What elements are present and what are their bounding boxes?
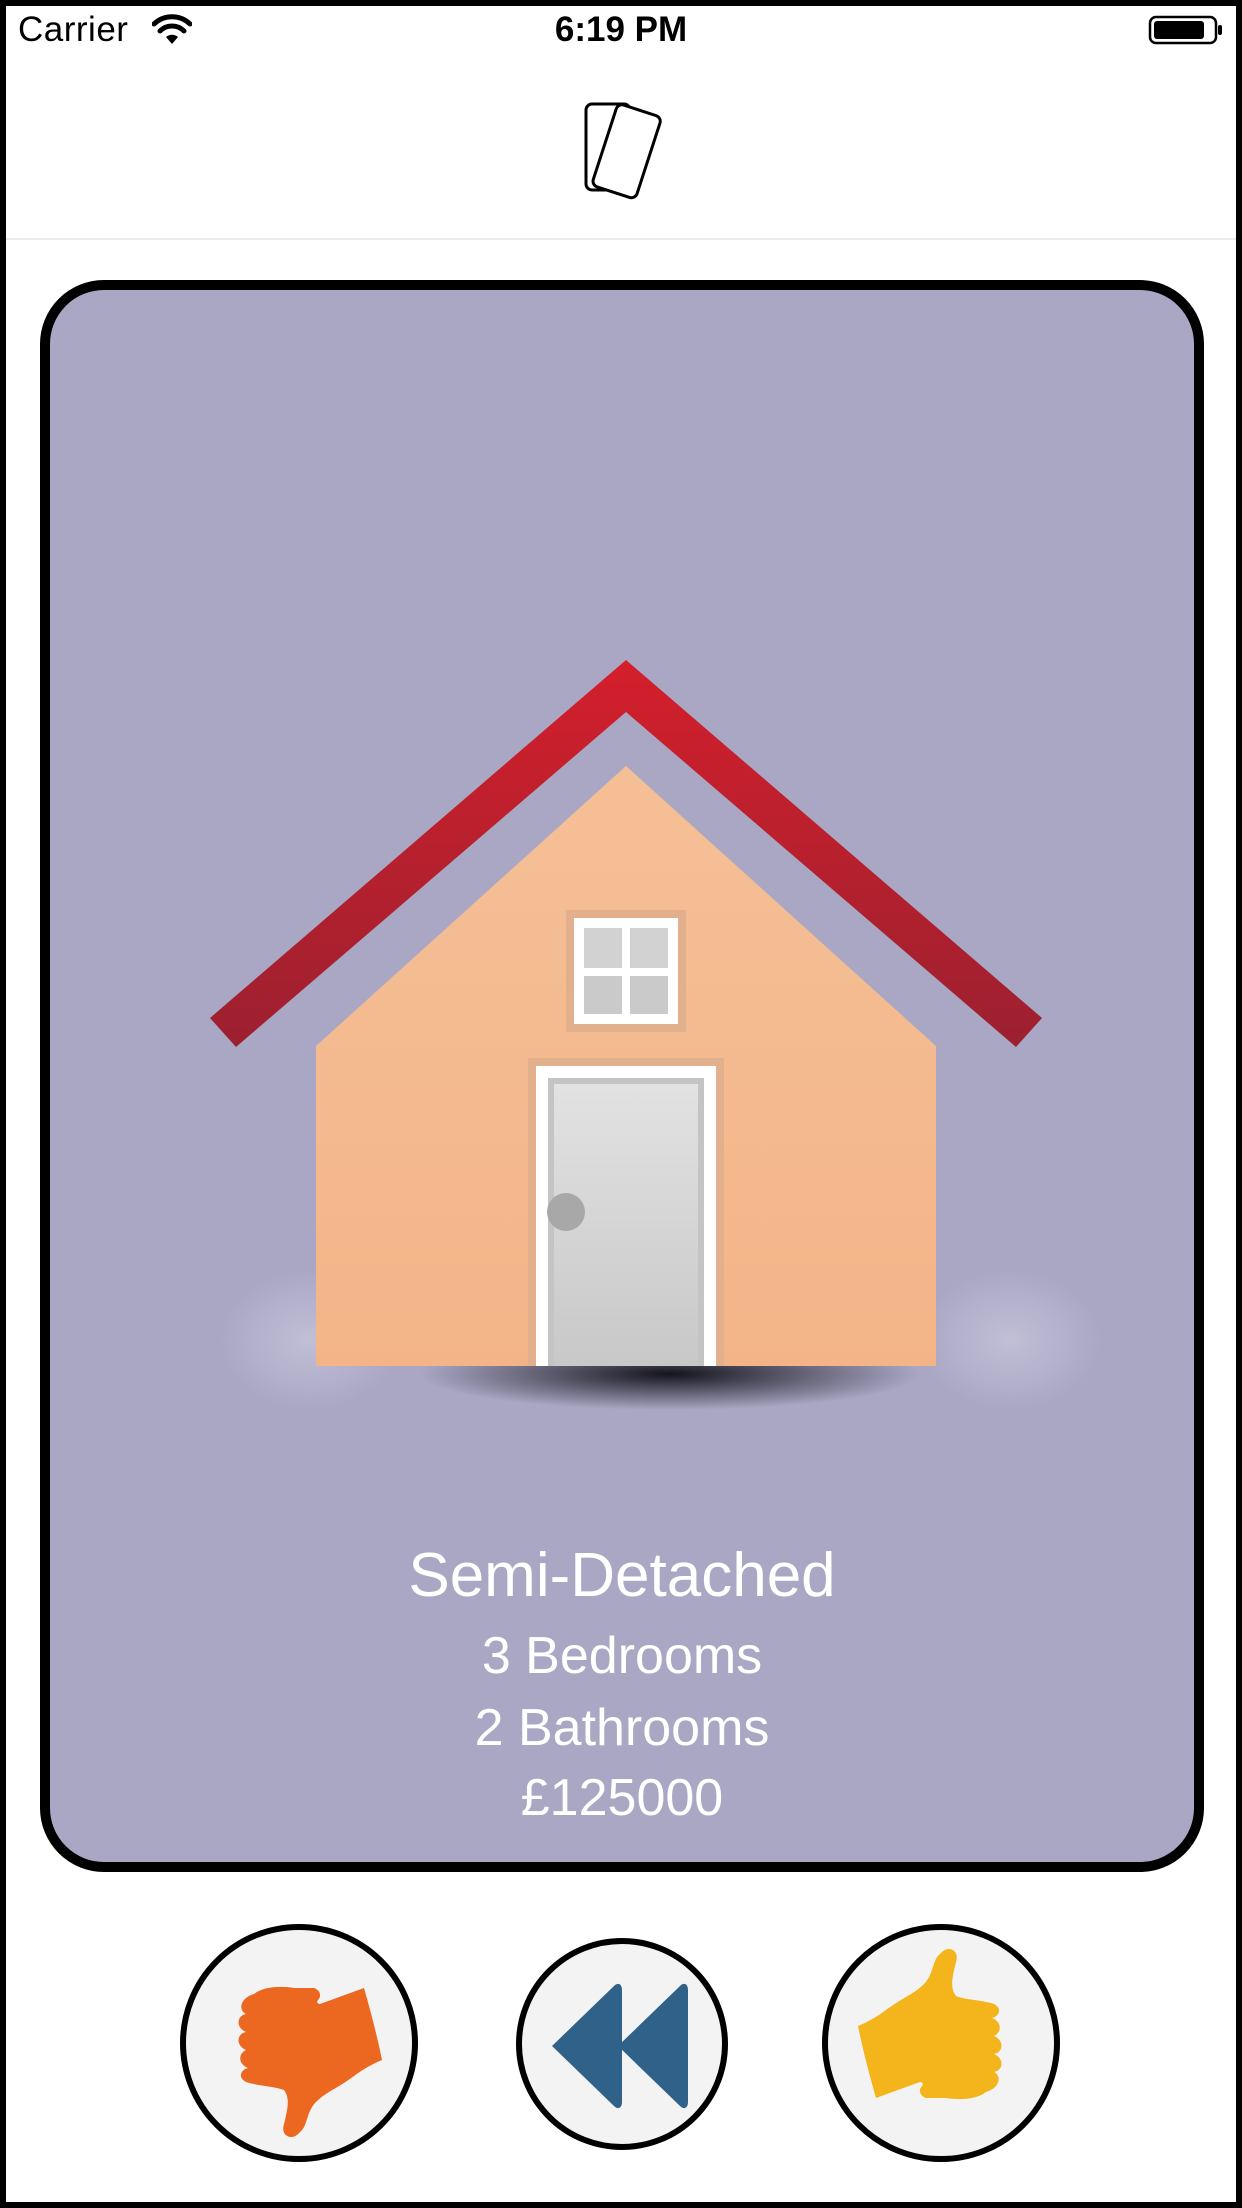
property-card[interactable]: Semi-Detached 3 Bedrooms 2 Bathrooms £12…: [40, 280, 1204, 1872]
house-icon: [210, 660, 1110, 1460]
rewind-button[interactable]: [516, 1938, 728, 2150]
status-bar: Carrier 6:19 PM: [0, 0, 1242, 60]
thumbs-down-icon: [238, 1986, 382, 2138]
property-type: Semi-Detached: [408, 1541, 836, 1610]
clock: 6:19 PM: [554, 10, 688, 49]
nav-bar: [0, 60, 1242, 240]
dislike-button[interactable]: [180, 1924, 418, 2162]
cards-icon: [582, 98, 666, 205]
bedrooms-count: 3 Bedrooms: [481, 1627, 763, 1685]
rewind-icon: [552, 1983, 688, 2109]
property-price: £125000: [520, 1769, 724, 1827]
battery-icon: [1148, 14, 1224, 51]
like-button[interactable]: [822, 1924, 1060, 2162]
thumbs-up-icon: [858, 1948, 1002, 2100]
bathrooms-count: 2 Bathrooms: [474, 1699, 770, 1757]
